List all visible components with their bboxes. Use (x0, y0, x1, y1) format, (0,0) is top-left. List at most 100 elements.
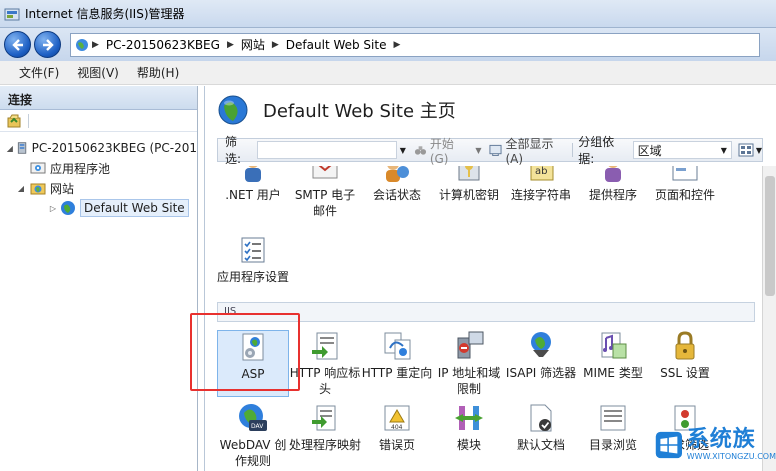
chevron-down-icon[interactable]: ▼ (400, 146, 406, 155)
new-connection-icon[interactable] (6, 113, 22, 129)
chevron-down-icon: ▼ (755, 145, 763, 155)
watermark-text: 系统族 (686, 427, 756, 452)
feature-label: 应用程序设置 (217, 270, 290, 284)
feature-isapi-filters[interactable]: ISAPI 筛选器 (505, 330, 577, 397)
feature-label: HTTP 重定向 (361, 366, 433, 380)
breadcrumb-sites[interactable]: 网站 (237, 36, 269, 53)
tree-label: PC-20150623KBEG (PC-201 (31, 141, 197, 155)
show-all-icon (489, 144, 503, 157)
feature-ssl-settings[interactable]: SSL 设置 (649, 330, 721, 397)
tree-item-default-web-site[interactable]: ▷ Default Web Site (0, 198, 197, 218)
filter-bar: 筛选: ▼ 开始(G) ▼ 全部显示(A) 分组依据: 区域 ▼ ▼ (217, 135, 763, 166)
menu-help[interactable]: 帮助(H) (128, 64, 188, 81)
error-page-icon: 404 (384, 405, 410, 431)
ip-restrictions-icon (457, 331, 484, 359)
mime-types-icon (601, 332, 627, 359)
windows-logo-icon (655, 431, 682, 458)
breadcrumb-separator: ▶ (393, 39, 401, 50)
redirect-icon (384, 332, 411, 360)
tree-label: Default Web Site (80, 199, 189, 217)
handler-mappings-icon (312, 405, 336, 431)
features-pane: Default Web Site 主页 筛选: ▼ 开始(G) ▼ 全部显示(A… (204, 86, 776, 471)
feature-modules[interactable]: 模块 (433, 402, 505, 469)
toolbar-divider (28, 113, 29, 128)
feature-providers[interactable]: 提供程序 (577, 166, 649, 219)
isapi-filter-icon (531, 332, 551, 357)
tree-label: 网站 (50, 181, 75, 196)
breadcrumb-separator: ▶ (92, 39, 99, 50)
expand-icon[interactable]: ▷ (48, 204, 58, 213)
feature-pages-controls[interactable]: 页面和控件 (649, 166, 721, 219)
feature-label: 错误页 (378, 438, 415, 452)
filter-label: 筛选: (225, 135, 242, 166)
menu-view[interactable]: 视图(V) (68, 64, 128, 81)
svg-text:ab: ab (535, 166, 547, 177)
page-header: Default Web Site 主页 (205, 86, 776, 134)
address-bar[interactable]: ▶ PC-20150623KBEG ▶ 网站 ▶ Default Web Sit… (70, 32, 760, 57)
server-icon (17, 142, 26, 154)
webdav-icon: DAV (239, 404, 267, 431)
menu-file[interactable]: 文件(F) (10, 64, 68, 81)
breadcrumb-separator: ▶ (226, 39, 234, 50)
feature-session-state[interactable]: 会话状态 (361, 166, 433, 219)
tree-item-sites[interactable]: ◢ 网站 (0, 178, 197, 198)
feature-label: 模块 (456, 438, 481, 452)
chevron-down-icon[interactable]: ▼ (475, 146, 481, 155)
feature-label: IP 地址和域限制 (437, 366, 501, 396)
globe-icon (76, 38, 88, 51)
feature-error-pages[interactable]: 404 错误页 (361, 402, 433, 469)
show-all-button[interactable]: 全部显示(A) (489, 135, 566, 166)
feature-label: 默认文档 (516, 438, 565, 452)
feature-row: DAV WebDAV 创作规则 处理程序映射 404 错误页 模块 默认文档 目… (217, 402, 721, 469)
breadcrumb-site[interactable]: Default Web Site (282, 38, 391, 52)
lock-icon (675, 331, 695, 360)
app-pool-icon (30, 162, 46, 174)
default-document-icon (530, 404, 552, 432)
feature-default-document[interactable]: 默认文档 (505, 402, 577, 469)
feature-label: SMTP 电子邮件 (294, 188, 356, 218)
feature-row: .NET 用户 SMTP 电子邮件 会话状态 计算机密钥 ab 连接字符串 提供… (217, 166, 721, 219)
back-arrow-icon (11, 38, 23, 51)
window-title: Internet 信息服务(IIS)管理器 (25, 7, 185, 21)
view-mode-button[interactable]: ▼ (738, 143, 762, 157)
feature-machine-key[interactable]: 计算机密钥 (433, 166, 505, 219)
feature-label: 会话状态 (372, 188, 421, 202)
back-button[interactable] (4, 31, 31, 58)
forward-arrow-icon (42, 38, 54, 51)
collapse-icon[interactable]: ◢ (6, 144, 14, 153)
connections-header: 连接 (0, 86, 197, 110)
feature-label: MIME 类型 (583, 366, 643, 380)
start-filter-button[interactable]: 开始(G) (414, 135, 469, 166)
filter-input[interactable] (257, 141, 397, 159)
key-icon (458, 166, 480, 181)
feature-smtp-email[interactable]: SMTP 电子邮件 (289, 166, 361, 219)
breadcrumb-separator: ▶ (271, 39, 279, 50)
globe-icon (218, 95, 248, 125)
feature-directory-browsing[interactable]: 目录浏览 (577, 402, 649, 469)
toolbar-divider (572, 143, 574, 157)
connections-toolbar (0, 110, 197, 132)
feature-handler-mappings[interactable]: 处理程序映射 (289, 402, 361, 469)
tree-item-server[interactable]: ◢ PC-20150623KBEG (PC-201 (0, 138, 197, 158)
connections-tree: ◢ PC-20150623KBEG (PC-201 应用程序池 ◢ 网站 ▷ D… (0, 132, 197, 218)
forward-button[interactable] (34, 31, 61, 58)
scrollbar-thumb[interactable] (765, 176, 775, 296)
tree-item-app-pools[interactable]: 应用程序池 (0, 158, 197, 178)
feature-ip-domain-restrictions[interactable]: IP 地址和域限制 (433, 330, 505, 397)
email-icon (312, 166, 338, 179)
group-by-select[interactable]: 区域 ▼ (632, 141, 732, 159)
feature-app-settings[interactable]: 应用程序设置 (217, 234, 289, 285)
feature-net-users[interactable]: .NET 用户 (217, 166, 289, 219)
feature-row: 应用程序设置 (217, 234, 289, 285)
feature-label: 页面和控件 (654, 188, 715, 202)
collapse-icon[interactable]: ◢ (16, 184, 26, 193)
feature-http-redirect[interactable]: HTTP 重定向 (361, 330, 433, 397)
feature-mime-types[interactable]: MIME 类型 (577, 330, 649, 397)
feature-webdav-authoring-rules[interactable]: DAV WebDAV 创作规则 (217, 402, 289, 469)
title-bar: Internet 信息服务(IIS)管理器 (0, 0, 776, 28)
feature-connection-strings[interactable]: ab 连接字符串 (505, 166, 577, 219)
http-headers-icon (312, 332, 338, 360)
feature-label: 目录浏览 (588, 438, 637, 452)
breadcrumb-server[interactable]: PC-20150623KBEG (102, 38, 224, 52)
watermark-url: WWW.XITONGZU.COM (686, 452, 776, 461)
